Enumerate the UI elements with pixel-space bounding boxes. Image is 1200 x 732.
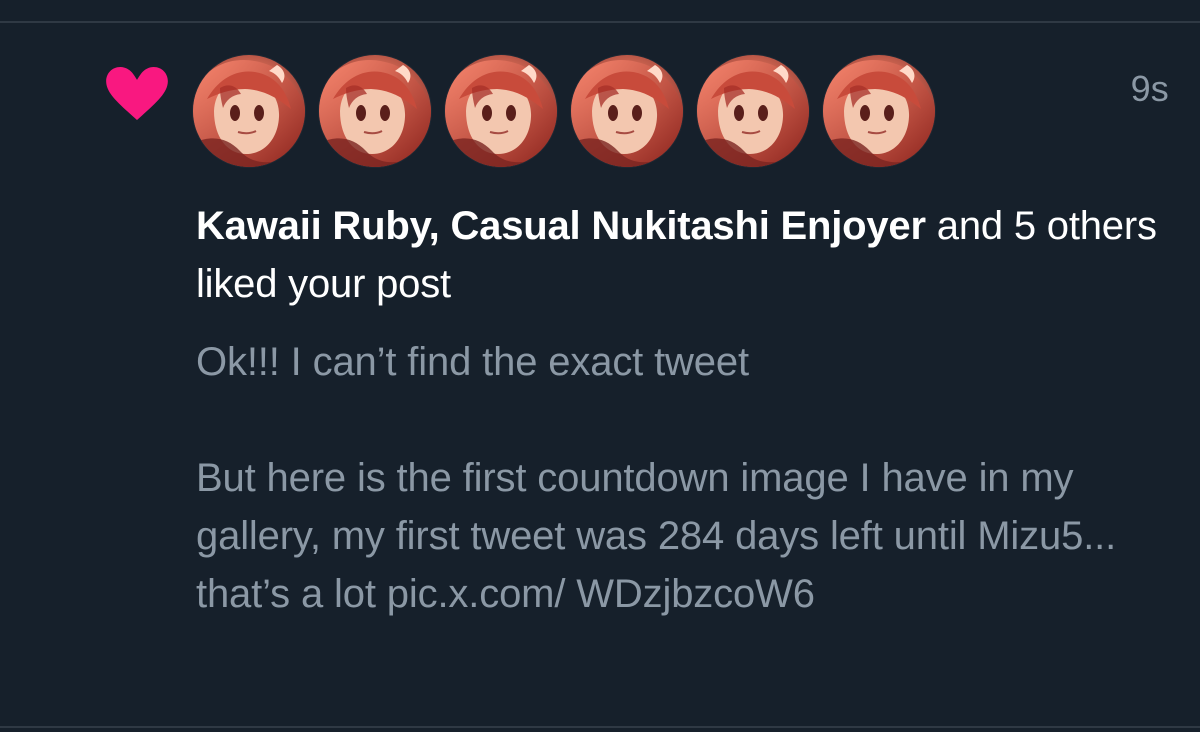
liked-post-text[interactable]: Ok!!! I can’t find the exact tweet But h… — [196, 333, 1176, 623]
avatar-icon[interactable] — [697, 55, 809, 167]
avatar-icon[interactable] — [571, 55, 683, 167]
like-notification[interactable]: 9s Kawaii Ruby, Casual Nukitashi Enjoyer… — [0, 0, 1200, 732]
and-text: and — [925, 204, 1014, 248]
notification-time: 9s — [1130, 68, 1169, 109]
heart-icon — [106, 67, 168, 120]
avatar-icon[interactable] — [319, 55, 431, 167]
avatar-icon[interactable] — [445, 55, 557, 167]
top-divider — [0, 21, 1200, 23]
like-summary[interactable]: Kawaii Ruby, Casual Nukitashi Enjoyer an… — [196, 197, 1186, 313]
liker-avatars — [193, 55, 935, 167]
avatar-icon[interactable] — [193, 55, 305, 167]
avatar-icon[interactable] — [823, 55, 935, 167]
liker-names[interactable]: Kawaii Ruby, Casual Nukitashi Enjoyer — [196, 204, 926, 248]
bottom-divider — [0, 726, 1200, 728]
